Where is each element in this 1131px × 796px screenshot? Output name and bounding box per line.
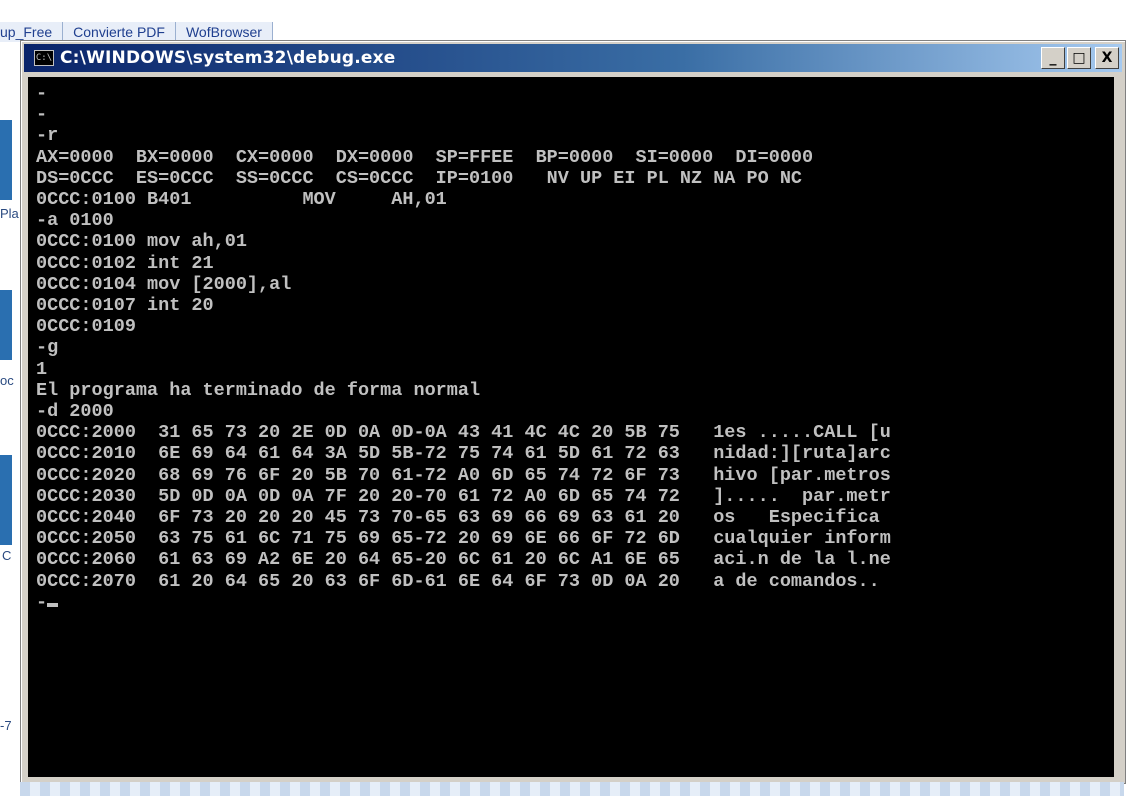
console-line: AX=0000 BX=0000 CX=0000 DX=0000 SP=FFEE … (36, 146, 814, 168)
console-line: 0CCC:0100 mov ah,01 (36, 231, 247, 253)
console-line: 0CCC:2010 6E 69 64 61 64 3A 5D 5B-72 75 … (36, 443, 891, 465)
console-line: DS=0CCC ES=0CCC SS=0CCC CS=0CCC IP=0100 … (36, 167, 803, 189)
desktop-edge-blue (0, 120, 12, 200)
window-controls: _ □ X (1041, 47, 1119, 69)
background-taskbar-tabs: up_Free Convierte PDF WofBrowser (0, 22, 420, 42)
desktop-fragment: C (2, 548, 12, 563)
console-line: El programa ha terminado de forma normal (36, 379, 481, 401)
desktop-fragment: -7 (0, 718, 12, 733)
desktop-fragment: Pla (0, 206, 19, 221)
console-line: 0CCC:0100 B401 MOV AH,01 (36, 189, 447, 211)
console-line: 0CCC:2040 6F 73 20 20 20 45 73 70-65 63 … (36, 507, 891, 529)
console-line: - (36, 83, 48, 104)
console-line: 0CCC:0104 mov [2000],al (36, 273, 292, 295)
desktop-bottom-strip (20, 782, 1124, 796)
console-line: -r (36, 125, 59, 147)
desktop-edge-blue (0, 290, 12, 360)
debug-console-window: C:\ C:\WINDOWS\system32\debug.exe _ □ X … (20, 40, 1126, 784)
console-line: 0CCC:2070 61 20 64 65 20 63 6F 6D-61 6E … (36, 570, 891, 592)
close-button[interactable]: X (1095, 47, 1119, 69)
console-output[interactable]: - - -r AX=0000 BX=0000 CX=0000 DX=0000 S… (28, 77, 1114, 777)
background-tab[interactable]: Convierte PDF (63, 22, 176, 42)
console-line: -d 2000 (36, 401, 114, 423)
text-cursor (47, 602, 59, 607)
console-icon[interactable]: C:\ (34, 50, 54, 66)
desktop-edge-blue (0, 455, 12, 545)
desktop-fragment: oc (0, 373, 14, 388)
maximize-button[interactable]: □ (1067, 47, 1091, 69)
console-line: - (36, 104, 48, 126)
console-line: 1 (36, 358, 48, 380)
console-line: 0CCC:0102 int 21 (36, 252, 214, 274)
console-line: -g (36, 337, 59, 359)
minimize-button[interactable]: _ (1041, 47, 1065, 69)
console-line: 0CCC:2020 68 69 76 6F 20 5B 70 61-72 A0 … (36, 464, 891, 486)
console-line: -a 0100 (36, 210, 114, 232)
console-line: 0CCC:2050 63 75 61 6C 71 75 69 65-72 20 … (36, 528, 891, 550)
console-line: 0CCC:2030 5D 0D 0A 0D 0A 7F 20 20-70 61 … (36, 485, 891, 507)
console-line: 0CCC:0109 (36, 316, 136, 338)
console-line: 0CCC:2000 31 65 73 20 2E 0D 0A 0D-0A 43 … (36, 422, 891, 444)
console-line: 0CCC:0107 int 20 (36, 295, 214, 317)
console-line: 0CCC:2060 61 63 69 A2 6E 20 64 65-20 6C … (36, 549, 891, 571)
window-titlebar[interactable]: C:\ C:\WINDOWS\system32\debug.exe _ □ X (24, 44, 1122, 72)
background-tab[interactable]: up_Free (0, 22, 64, 42)
console-prompt: - (36, 591, 48, 613)
window-title: C:\WINDOWS\system32\debug.exe (60, 48, 396, 68)
console-text: - - -r AX=0000 BX=0000 CX=0000 DX=0000 S… (28, 77, 1114, 619)
background-tab[interactable]: WofBrowser (175, 22, 273, 42)
